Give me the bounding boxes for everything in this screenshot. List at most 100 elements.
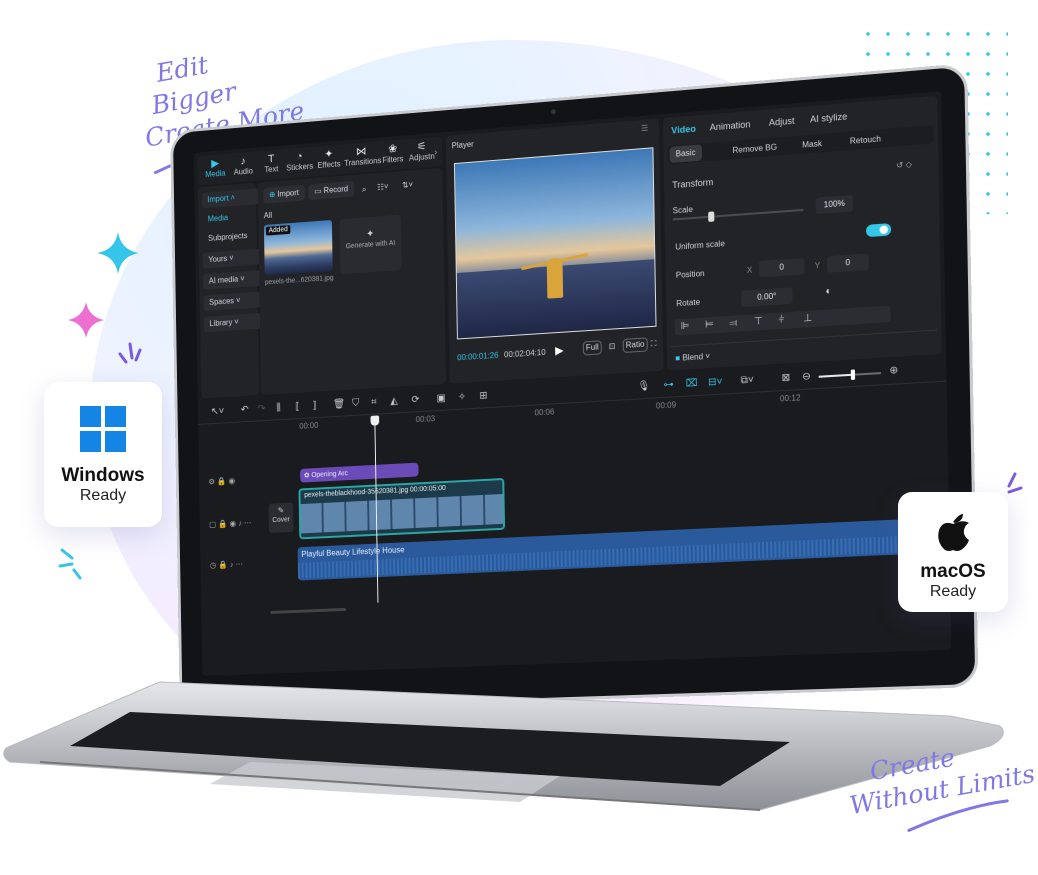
fit-icon[interactable]: ⊡ (609, 341, 616, 350)
split-icon[interactable]: ⫼ (276, 403, 281, 414)
thumbnail-filename: pexels-the...620381.jpg (265, 275, 334, 287)
link-icon[interactable]: ⊶ (663, 379, 673, 391)
scale-value[interactable]: 100% (816, 195, 854, 214)
sidebar-item-ai-media[interactable]: AI media ˅ (203, 270, 261, 290)
generate-with-ai-card[interactable]: ✦ Generate with AI (339, 215, 401, 275)
subtab-remove-bg[interactable]: Remove BG (732, 142, 777, 155)
tab-ai-stylize[interactable]: AI stylize (810, 111, 847, 124)
ratio-button[interactable]: Ratio (623, 337, 648, 353)
subtab-retouch[interactable]: Retouch (850, 134, 881, 146)
uniform-scale-toggle[interactable] (866, 223, 891, 237)
add-marker-icon[interactable]: ⊞ (479, 390, 487, 401)
tab-animation[interactable]: Animation (710, 119, 751, 132)
full-button[interactable]: Full (583, 340, 602, 355)
toolbar-transitions[interactable]: ⋈ Transitions (344, 145, 379, 168)
menu-icon[interactable]: ☰ (641, 123, 648, 133)
rotate-dial-icon[interactable]: ◐ (825, 286, 831, 298)
ruler-tick: 00:00 (299, 421, 318, 431)
subtab-mask[interactable]: Mask (802, 139, 822, 150)
sidebar-item-spaces[interactable]: Spaces ˅ (203, 292, 261, 312)
toolbar-filters[interactable]: ❀ Filters (380, 142, 405, 165)
audio-track-controls[interactable]: ◷ 🔒 ♪ ⋯ (210, 560, 243, 570)
sparkle-blue-icon (95, 230, 141, 276)
sidebar-label: Yours (208, 254, 227, 264)
zoom-slider[interactable] (819, 372, 881, 378)
align-center-icon[interactable]: ⊨ (705, 319, 714, 331)
toolbar-adjustment[interactable]: ⚟ Adjustn (407, 140, 436, 163)
filter-all[interactable]: All (264, 211, 272, 220)
toolbar-stickers[interactable]: ◔ Stickers (285, 150, 314, 173)
search-icon[interactable]: ⌕ (362, 184, 367, 195)
mirror-icon[interactable]: ◭ (390, 396, 398, 407)
play-icon[interactable]: ▶ (555, 344, 564, 358)
webcam-icon (551, 109, 556, 114)
sidebar-item-subprojects[interactable]: Subprojects (202, 227, 260, 247)
align-bottom-icon[interactable]: ⊥ (803, 313, 812, 325)
toggle-knob (880, 225, 889, 234)
slider-handle[interactable] (851, 369, 855, 380)
subtitle-icon[interactable]: ⊠ (781, 372, 790, 384)
video-clip[interactable]: pexels-theblackhood-35620381.jpg 00:00:0… (298, 478, 505, 539)
badge-subtitle: Ready (898, 583, 1008, 601)
sidebar-item-yours[interactable]: Yours ˅ (203, 249, 261, 269)
grid-view-icon[interactable]: ☷˅ (377, 182, 388, 192)
delete-icon[interactable]: 🗑 (333, 399, 345, 411)
clip-label: ✿ Opening Arc (304, 469, 348, 479)
sort-icon[interactable]: ⇅˅ (402, 180, 413, 190)
sidebar-item-import[interactable]: Import ˄ (202, 188, 260, 208)
record-button[interactable]: ▭ Record (308, 181, 353, 200)
microphone-icon[interactable]: 🎙 (637, 381, 650, 393)
fullscreen-icon[interactable]: ⛶ (651, 339, 657, 349)
y-label: Y (815, 261, 821, 271)
subtab-basic[interactable]: Basic (670, 144, 702, 163)
freeze-icon[interactable]: ▣ (437, 393, 446, 404)
chevron-right-icon[interactable]: › (434, 147, 437, 157)
video-track-controls[interactable]: ▢ 🔒 ◉ ♪ ⋯ (209, 518, 251, 529)
effect-clip[interactable]: ✿ Opening Arc (300, 463, 419, 483)
align-middle-icon[interactable]: ⫩ (778, 314, 784, 326)
rotate-icon[interactable]: ⟳ (411, 394, 419, 405)
redo-icon[interactable]: ↷ (258, 403, 266, 414)
crop-icon[interactable]: ⌗ (371, 397, 377, 408)
rotate-input[interactable]: 0.00° (741, 287, 793, 307)
toolbar-effects[interactable]: ✦ Effects (315, 147, 342, 170)
tab-adjust[interactable]: Adjust (769, 116, 795, 128)
marker-icon[interactable]: ⛉ (352, 398, 359, 409)
select-tool-icon[interactable]: ↖˅ (211, 406, 224, 417)
video-preview[interactable] (454, 147, 657, 339)
ruler-tick: 00:12 (780, 393, 801, 403)
align-top-icon[interactable]: ⊤ (754, 316, 763, 328)
layout-icon[interactable]: ⧉˅ (741, 374, 754, 386)
sidebar-item-media[interactable]: Media (202, 208, 260, 228)
cover-button[interactable]: ✎ Cover (269, 503, 294, 533)
tab-video[interactable]: Video (671, 124, 696, 136)
sidebar-item-library[interactable]: Library ˅ (204, 313, 262, 332)
split-left-icon[interactable]: ⟦ (295, 401, 300, 412)
toolbar-text[interactable]: T Text (259, 152, 284, 174)
position-y-input[interactable]: 0 (827, 253, 869, 272)
effect-track-controls[interactable]: ⚙ 🔒 ◉ (208, 476, 235, 486)
generate-label: Generate with AI (346, 240, 396, 250)
zoom-out-icon[interactable]: ⊖ (802, 371, 811, 383)
snap-icon[interactable]: ⌧ (686, 378, 698, 390)
transform-label[interactable]: Transform (672, 177, 713, 190)
align-left-icon[interactable]: ⊫ (681, 321, 690, 333)
reset-icon[interactable]: ↺ ◇ (896, 160, 912, 170)
spark-lines-icon (56, 540, 96, 580)
magic-icon[interactable]: ✧ (458, 392, 466, 403)
media-thumbnail[interactable]: Added (264, 220, 333, 276)
blend-label[interactable]: ■ Blend ˅ (675, 352, 710, 363)
split-right-icon[interactable]: ⟧ (312, 400, 317, 411)
track-headers: ⚙ 🔒 ◉ ▢ 🔒 ◉ ♪ ⋯ ✎ Cover ◷ 🔒 ♪ ⋯ (198, 434, 295, 623)
toolbar-audio[interactable]: ♪ Audio (231, 155, 256, 177)
undo-icon[interactable]: ↶ (241, 404, 249, 415)
sidebar-label: Import (207, 194, 228, 204)
slider-handle[interactable] (709, 211, 715, 222)
playhead-handle[interactable] (370, 415, 379, 425)
align-right-icon[interactable]: ⫤ (729, 317, 737, 329)
toolbar-media[interactable]: ▶ Media (203, 157, 228, 179)
import-button[interactable]: ⊕ Import (263, 185, 304, 204)
preview-axis-icon[interactable]: ⊟˅ (708, 376, 723, 388)
position-x-input[interactable]: 0 (759, 258, 805, 277)
zoom-in-icon[interactable]: ⊕ (889, 365, 898, 377)
